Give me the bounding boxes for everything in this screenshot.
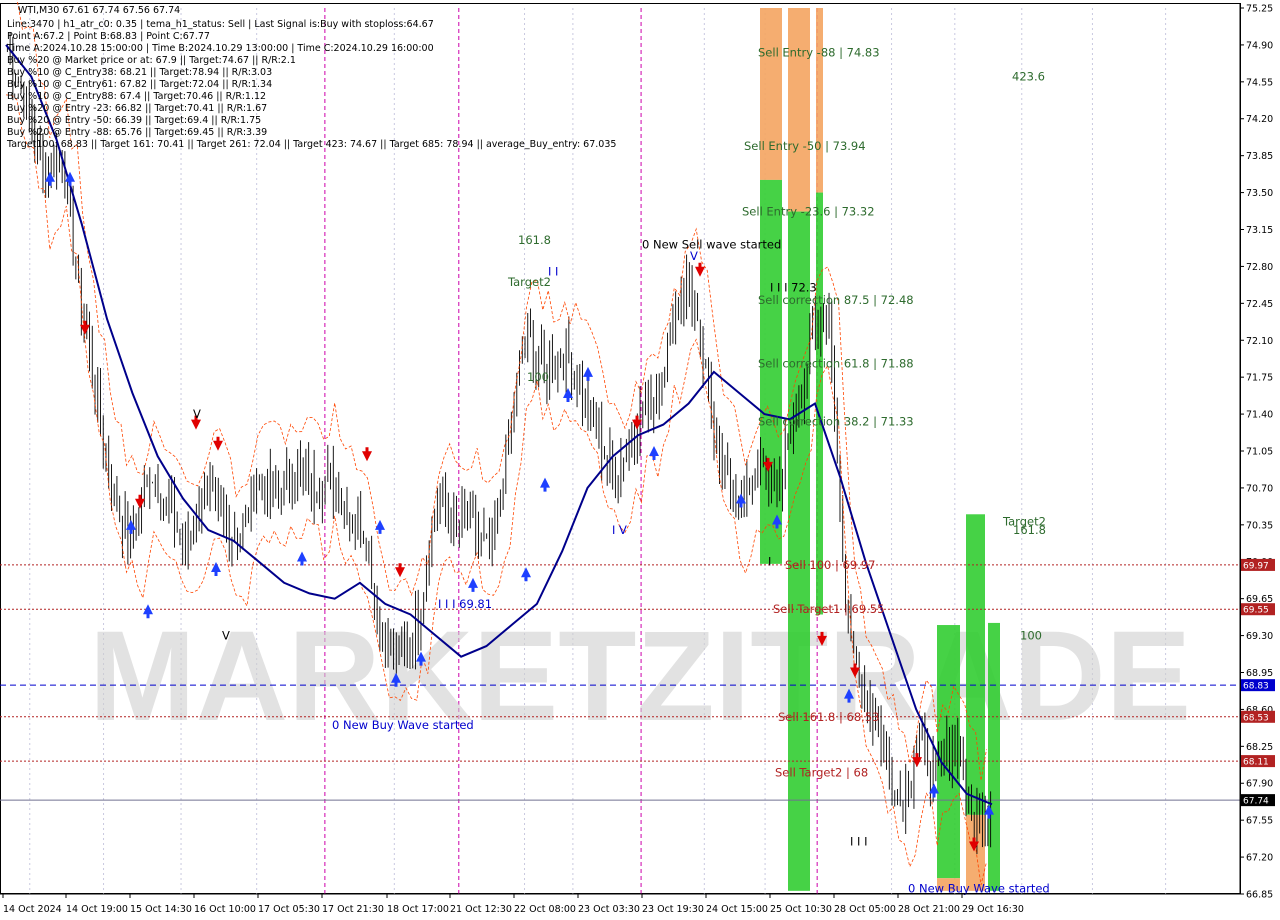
x-tick-label: 17 Oct 05:30 [258,904,320,915]
y-tick-label: 73.15 [1246,225,1273,236]
info-line: Buy %10 @ C_Entry88: 67.4 || Target:70.4… [7,91,266,102]
symbol-line: WTI,M30 67.61 67.74 67.56 67.74 [18,5,180,16]
watermark-text: MARKETZITRADE [89,605,1191,748]
price-tag-label: 69.97 [1243,561,1269,571]
info-line: Buy %10 @ C_Entry61: 67.82 || Target:72.… [7,79,272,90]
y-tick-label: 74.55 [1246,77,1273,88]
y-tick-label: 68.95 [1246,668,1273,679]
y-tick-label: 70.35 [1246,520,1273,531]
signal-zone [788,8,810,212]
chart-annotation: 161.8 [518,233,551,247]
price-tag-label: 68.11 [1243,758,1269,768]
chart-annotation: Sell Entry -50 | 73.94 [744,139,866,153]
chart-annotation: Sell 161.8 | 68.53 [778,710,879,724]
x-tick-label: 16 Oct 10:00 [194,904,256,915]
chart-annotation: 423.6 [1012,70,1045,84]
price-tag-label: 67.74 [1243,797,1269,807]
chart-annotation: I [768,555,771,569]
info-line: Line:3470 | h1_atr_c0: 0.35 | tema_h1_st… [7,19,434,30]
chart-annotation: Target2 [507,275,551,289]
x-tick-label: 14 Oct 19:00 [66,904,128,915]
y-tick-label: 72.10 [1246,336,1273,347]
chart-annotation: 100 [527,370,549,384]
y-tick-label: 72.80 [1246,262,1273,273]
info-line: Time A:2024.10.28 15:00:00 | Time B:2024… [6,43,434,54]
signal-zone [760,8,782,180]
y-tick-label: 71.40 [1246,410,1273,421]
signal-zone [966,514,985,815]
chart-annotation: Sell Target2 | 68 [775,766,868,780]
x-tick-label: 28 Oct 05:00 [834,904,896,915]
chart-annotation: Sell correction 61.8 | 71.88 [758,357,914,371]
chart-annotation: Sell Target1 | 69.55 [773,602,884,616]
chart-annotation: 100 [1020,629,1042,643]
chart-annotation: 0 New Buy Wave started [332,718,474,732]
x-tick-label: 29 Oct 16:30 [962,904,1024,915]
chart-annotation: V [222,629,230,643]
x-tick-label: 17 Oct 21:30 [322,904,384,915]
y-tick-label: 73.50 [1246,188,1273,199]
watermark: MARKETZITRADE [89,605,1191,748]
signal-zone [988,622,1000,891]
price-tag-label: 68.83 [1243,682,1269,692]
x-tick-label: 22 Oct 08:00 [514,904,576,915]
x-tick-label: 21 Oct 12:30 [450,904,512,915]
y-tick-label: 67.90 [1246,779,1273,790]
chart-annotation: Sell 100 | 69.97 [785,558,875,572]
y-tick-label: 69.30 [1246,631,1273,642]
chart-annotation: I I [548,265,558,279]
info-line: Buy %10 @ C_Entry38: 68.21 || Target:78.… [7,67,272,78]
signal-zone [816,8,823,193]
price-tag-label: 69.55 [1243,606,1269,616]
y-tick-label: 73.85 [1246,151,1273,162]
signal-zone [937,625,960,879]
info-line: Point A:67.2 | Point B:68.83 | Point C:6… [7,31,210,42]
price-chart: MARKETZITRADE Sell Entry -88 | 74.83 Sell… [0,0,1280,920]
x-tick-label: 23 Oct 03:30 [578,904,640,915]
chart-annotation: 161.8 [1013,523,1046,537]
chart-annotation: V [690,249,698,263]
chart-annotation: Sell Entry -23.6 | 73.32 [742,205,875,219]
y-tick-label: 66.85 [1246,890,1273,901]
y-tick-label: 68.25 [1246,742,1273,753]
chart-annotation: 0 New Sell wave started [642,237,781,251]
x-tick-label: 23 Oct 19:30 [642,904,704,915]
signal-zone [816,192,823,615]
info-line: Buy %20 @ Market price or at: 67.9 || Ta… [7,55,296,66]
y-tick-label: 67.20 [1246,853,1273,864]
y-tick-label: 75.25 [1246,4,1273,15]
y-tick-label: 71.05 [1246,447,1273,458]
chart-annotation: I I I [850,834,868,848]
x-tick-label: 24 Oct 15:00 [706,904,768,915]
info-line: Target100: 68.83 || Target 161: 70.41 ||… [6,139,616,150]
chart-annotation: Sell correction 87.5 | 72.48 [758,293,914,307]
y-tick-label: 71.75 [1246,373,1273,384]
info-line: Buy %20 @ Entry -50: 66.39 || Target:69.… [7,115,261,126]
y-tick-label: 74.90 [1246,40,1273,51]
y-tick-label: 74.20 [1246,114,1273,125]
y-tick-label: 70.70 [1246,483,1273,494]
y-tick-label: 72.45 [1246,299,1273,310]
x-tick-label: 18 Oct 17:00 [387,904,449,915]
chart-annotation: I I I 69.81 [438,597,492,611]
signal-zone [788,211,810,891]
x-tick-label: 15 Oct 14:30 [130,904,192,915]
y-tick-label: 67.55 [1246,816,1273,827]
x-tick-label: 14 Oct 2024 [3,904,62,915]
chart-annotation: Sell correction 38.2 | 71.33 [758,415,914,429]
chart-annotation: Sell Entry -88 | 74.83 [758,45,880,59]
x-tick-label: 28 Oct 21:00 [898,904,960,915]
chart-annotation: V [193,407,201,421]
chart-annotation: I V [612,523,627,537]
info-line: Buy %20 @ Entry -88: 65.76 || Target:69.… [7,127,267,138]
price-tag-label: 68.53 [1243,713,1269,723]
x-tick-label: 25 Oct 10:30 [770,904,832,915]
info-line: Buy %20 @ Entry -23: 66.82 || Target:70.… [7,103,267,114]
